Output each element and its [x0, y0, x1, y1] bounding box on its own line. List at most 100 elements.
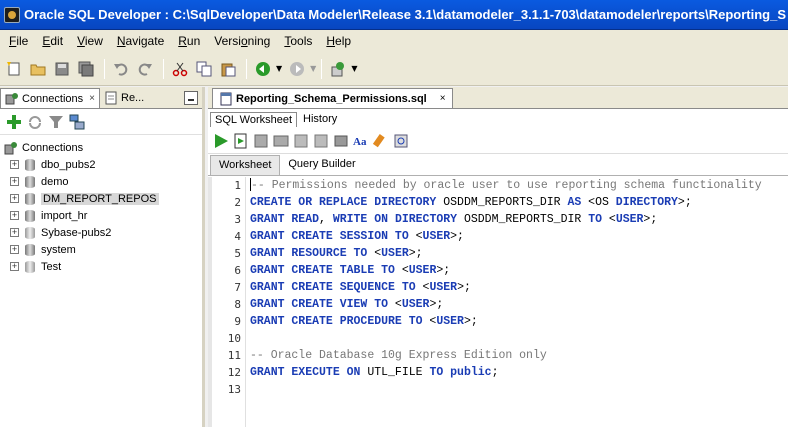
sql-text: OSDDM_REPORTS_DIR	[457, 213, 589, 226]
sql-text: ,	[319, 213, 333, 226]
sql-text: <	[388, 298, 402, 311]
run-script-icon[interactable]	[232, 132, 250, 150]
svg-text:Aa: Aa	[353, 136, 367, 148]
left-panel-tabs: Connections × Re...	[0, 87, 202, 109]
unshared-sql-icon[interactable]	[332, 132, 350, 150]
undo-button[interactable]	[110, 58, 132, 80]
sql-keyword: GRANT CREATE VIEW TO	[250, 298, 389, 311]
sql-text: >;	[457, 281, 471, 294]
paste-button[interactable]	[217, 58, 239, 80]
sql-keyword: USER	[381, 247, 409, 260]
close-tab-icon[interactable]: ×	[440, 93, 446, 104]
menu-help[interactable]: Help	[319, 34, 358, 48]
connection-item[interactable]: + dbo_pubs2	[0, 156, 202, 173]
back-arrow-icon	[256, 61, 270, 76]
run-statement-icon[interactable]	[212, 132, 230, 150]
database-connection-icon	[23, 158, 37, 172]
sql-keyword: GRANT CREATE PROCEDURE TO	[250, 315, 423, 328]
back-dropdown-arrow-icon[interactable]: ▼	[276, 64, 282, 73]
redo-button[interactable]	[134, 58, 156, 80]
minimize-panel-button[interactable]	[184, 91, 198, 105]
connections-folder-icon	[4, 141, 17, 154]
save-button[interactable]	[51, 58, 73, 80]
explain-plan-icon[interactable]	[252, 132, 270, 150]
connections-toolbar	[0, 109, 202, 135]
close-tab-icon[interactable]: ×	[89, 93, 95, 104]
menu-navigate[interactable]: Navigate	[110, 34, 171, 48]
sql-keyword: USER	[401, 298, 430, 311]
add-connection-icon[interactable]	[6, 114, 22, 130]
connection-item[interactable]: + Sybase-pubs2	[0, 224, 202, 241]
expand-icon[interactable]: +	[10, 262, 19, 271]
expand-icon[interactable]: +	[10, 177, 19, 186]
sql-tuning-icon[interactable]	[392, 132, 410, 150]
connection-item[interactable]: + system	[0, 241, 202, 258]
rollback-icon[interactable]	[312, 132, 330, 150]
sql-keyword: USER	[408, 264, 437, 277]
sql-text: <OS	[581, 196, 616, 209]
sql-keyword: USER	[615, 213, 644, 226]
format-sql-icon[interactable]: Aa	[352, 132, 370, 150]
menu-versioning[interactable]: Versioning	[207, 34, 277, 48]
tab-query-builder[interactable]: Query Builder	[280, 155, 363, 175]
sql-keyword: DIRECTORY	[615, 196, 678, 209]
tab-sql-worksheet[interactable]: SQL Worksheet	[210, 111, 298, 127]
sql-comment: -- Oracle Database 10g Express Edition o…	[250, 349, 547, 362]
connection-item[interactable]: + import_hr	[0, 207, 202, 224]
menu-file[interactable]: File	[2, 34, 35, 48]
autotrace-icon[interactable]	[272, 132, 290, 150]
copy-icon	[196, 61, 212, 76]
worksheet-subtabs: SQL Worksheet History	[208, 109, 788, 129]
menu-run[interactable]: Run	[171, 34, 207, 48]
clear-icon[interactable]	[372, 132, 390, 150]
reports-icon	[105, 91, 117, 105]
tree-root[interactable]: Connections	[0, 139, 202, 156]
sql-keyword: TO	[588, 213, 602, 226]
sql-keyword: WRITE ON DIRECTORY	[332, 213, 458, 226]
toolbar-separator	[246, 58, 247, 79]
forward-dropdown-arrow-icon[interactable]: ▼	[310, 64, 316, 73]
tab-history[interactable]: History	[299, 112, 341, 126]
tab-reports[interactable]: Re...	[100, 88, 148, 108]
connection-item[interactable]: + demo	[0, 173, 202, 190]
worksheet-tabs: Worksheet Query Builder	[208, 154, 788, 176]
expand-icon[interactable]: +	[10, 194, 19, 203]
new-file-button[interactable]	[3, 58, 25, 80]
tab-worksheet[interactable]: Worksheet	[210, 155, 281, 175]
cut-icon	[172, 62, 188, 76]
cut-button[interactable]	[169, 58, 191, 80]
expand-icon[interactable]: +	[10, 211, 19, 220]
forward-arrow-icon	[290, 61, 305, 76]
tab-reporting-schema-permissions[interactable]: Reporting_Schema_Permissions.sql ×	[212, 88, 453, 108]
code-line: GRANT READ, WRITE ON DIRECTORY OSDDM_REP…	[250, 211, 788, 228]
menu-edit[interactable]: Edit	[35, 34, 70, 48]
schema-browser-icon[interactable]	[69, 114, 85, 130]
commit-icon[interactable]	[292, 132, 310, 150]
open-button[interactable]	[27, 58, 49, 80]
sql-developer-app-icon[interactable]	[4, 6, 20, 23]
connection-item[interactable]: + Test	[0, 258, 202, 275]
expand-icon[interactable]: +	[10, 245, 19, 254]
connections-icon	[5, 92, 18, 104]
connection-item[interactable]: + DM_REPORT_REPOS	[0, 190, 202, 207]
sql-keyword: USER	[422, 230, 451, 243]
forward-button[interactable]	[286, 58, 308, 80]
back-button[interactable]	[252, 58, 274, 80]
refresh-icon[interactable]	[27, 114, 43, 130]
menu-tools[interactable]: Tools	[277, 34, 319, 48]
expand-icon[interactable]: +	[10, 228, 19, 237]
sql-text: >;	[450, 230, 464, 243]
line-number: 2	[234, 196, 241, 209]
sql-worksheet-dropdown-arrow-icon[interactable]: ▼	[351, 64, 357, 73]
expand-icon[interactable]: +	[10, 160, 19, 169]
filter-icon[interactable]	[48, 114, 64, 130]
tab-connections[interactable]: Connections ×	[0, 88, 100, 108]
code-line: GRANT CREATE PROCEDURE TO <USER>;	[250, 313, 788, 330]
line-number: 4	[234, 230, 241, 243]
code-editor[interactable]: 1 2 3 4 5 6 7 8 9 10 11 12 13 -- Permissions needed …	[208, 177, 788, 427]
copy-button[interactable]	[193, 58, 215, 80]
menu-view[interactable]: View	[70, 34, 110, 48]
save-all-button[interactable]	[75, 58, 97, 80]
sql-worksheet-button[interactable]	[327, 58, 349, 80]
